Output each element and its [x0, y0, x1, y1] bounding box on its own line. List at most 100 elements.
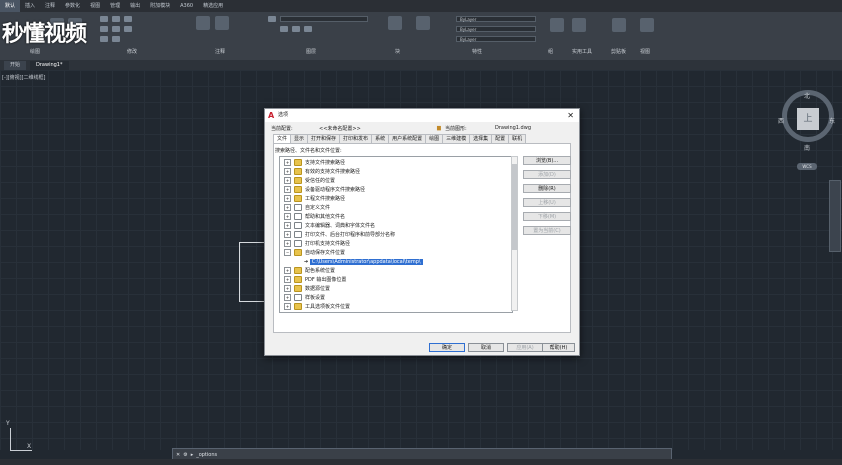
layer-dropdown[interactable] [280, 16, 368, 22]
options-tab-9[interactable]: 配置 [491, 134, 510, 143]
navigation-bar[interactable] [829, 180, 841, 252]
lineweight-dropdown[interactable]: ByLayer [456, 36, 536, 42]
group-icon[interactable] [550, 18, 564, 32]
compass-north[interactable]: 北 [804, 91, 810, 100]
layer-off-icon[interactable] [280, 26, 288, 32]
close-icon[interactable]: ✕ [176, 452, 180, 458]
doc-tab-drawing1[interactable]: Drawing1* [30, 61, 69, 70]
options-tab-1[interactable]: 显示 [290, 134, 309, 143]
tree-node[interactable]: + 帮助和其他文件名 [284, 213, 345, 222]
expand-icon[interactable]: + [284, 177, 291, 184]
side-button-3[interactable]: 上移(U) [523, 198, 571, 207]
tree-node[interactable]: − 自动保存文件位置 [284, 249, 345, 258]
options-tab-0[interactable]: 文件 [273, 134, 292, 143]
dialog-title-bar[interactable]: A 选项 ✕ [265, 109, 579, 122]
ribbon-tab-3[interactable]: 参数化 [60, 0, 85, 12]
ribbon-tab-0[interactable]: 默认 [0, 0, 21, 12]
layer-freeze-icon[interactable] [292, 26, 300, 32]
expand-icon[interactable]: + [284, 231, 291, 238]
text-tool-icon[interactable] [196, 16, 210, 30]
tree-node[interactable]: + 支持文件搜索路径 [284, 159, 345, 168]
dialog-close-icon[interactable]: ✕ [567, 109, 574, 122]
insert-block-icon[interactable] [388, 16, 402, 30]
side-button-2[interactable]: 删除(R) [523, 184, 571, 193]
options-tab-4[interactable]: 系统 [371, 134, 390, 143]
tree-node[interactable]: + 配色系统位置 [284, 267, 335, 276]
options-tab-6[interactable]: 绘图 [425, 134, 444, 143]
options-tab-10[interactable]: 联机 [508, 134, 527, 143]
mirror-icon[interactable] [112, 26, 120, 32]
viewcube[interactable]: 上 [797, 108, 819, 130]
tree-node[interactable]: + 设备驱动程序文件搜索路径 [284, 186, 365, 195]
tree-node[interactable]: + 有效的支持文件搜索路径 [284, 168, 360, 177]
compass-south[interactable]: 南 [804, 143, 810, 152]
match-properties-icon[interactable] [416, 16, 430, 30]
cancel-button[interactable]: 取消 [468, 343, 504, 352]
ribbon-tab-6[interactable]: 输出 [125, 0, 145, 12]
expand-icon[interactable]: + [284, 294, 291, 301]
rotate-icon[interactable] [112, 16, 120, 22]
measure-icon[interactable] [572, 18, 586, 32]
compass-west[interactable]: 西 [778, 116, 784, 125]
ribbon-tab-7[interactable]: 附加模块 [145, 0, 175, 12]
collapse-icon[interactable]: − [284, 249, 291, 256]
scale-icon[interactable] [112, 36, 120, 42]
expand-icon[interactable]: + [284, 159, 291, 166]
expand-icon[interactable]: + [284, 267, 291, 274]
ribbon-tab-2[interactable]: 注释 [40, 0, 60, 12]
expand-icon[interactable]: + [284, 285, 291, 292]
trim-icon[interactable] [124, 16, 132, 22]
paste-icon[interactable] [612, 18, 626, 32]
tree-node[interactable]: + 样板设置 [284, 294, 325, 303]
side-button-4[interactable]: 下移(M) [523, 212, 571, 221]
tree-node[interactable]: + 数据源位置 [284, 285, 330, 294]
ok-button[interactable]: 确定 [429, 343, 465, 352]
compass-east[interactable]: 东 [829, 116, 835, 125]
options-tab-2[interactable]: 打开和保存 [307, 134, 341, 143]
ribbon-tab-1[interactable]: 插入 [20, 0, 40, 12]
expand-icon[interactable]: + [284, 213, 291, 220]
tree-node[interactable]: + PDF 输出图像位置 [284, 276, 346, 285]
viewport-controls-label[interactable]: [-][俯视][二维线框] [2, 74, 46, 81]
tree-node[interactable]: + 打印文件、后台打印程序和前导部分名称 [284, 231, 395, 240]
tree-node[interactable]: + 打印机支持文件路径 [284, 240, 350, 249]
expand-icon[interactable]: + [284, 276, 291, 283]
ribbon-tab-9[interactable]: 精选应用 [198, 0, 228, 12]
options-tab-8[interactable]: 选择集 [469, 134, 493, 143]
expand-icon[interactable]: + [284, 204, 291, 211]
expand-icon[interactable]: + [284, 303, 291, 310]
side-button-1[interactable]: 添加(D) [523, 170, 571, 179]
apply-button[interactable]: 应用(A) [507, 343, 543, 352]
dimension-tool-icon[interactable] [215, 16, 229, 30]
side-button-5[interactable]: 置为当前(C) [523, 226, 571, 235]
copy-icon[interactable] [100, 26, 108, 32]
options-tab-3[interactable]: 打印和发布 [339, 134, 373, 143]
tree-node[interactable]: + 工程文件搜索路径 [284, 195, 345, 204]
fillet-icon[interactable] [124, 26, 132, 32]
layer-lock-icon[interactable] [304, 26, 312, 32]
expand-icon[interactable]: + [284, 240, 291, 247]
side-button-0[interactable]: 浏览(B)... [523, 156, 571, 165]
tree-node[interactable]: + 文本编辑器、词典和字体文件名 [284, 222, 375, 231]
expand-icon[interactable]: + [284, 195, 291, 202]
tree-node[interactable]: ➔ C:\Users\Administrator\appdata\local\t… [304, 258, 423, 267]
view-icon[interactable] [640, 18, 654, 32]
tree-scrollbar-thumb[interactable] [512, 164, 517, 250]
move-icon[interactable] [100, 16, 108, 22]
customize-icon[interactable]: ⚙ [183, 452, 187, 458]
ribbon-tab-4[interactable]: 视图 [85, 0, 105, 12]
tree-node[interactable]: + 自定义文件 [284, 204, 330, 213]
help-button[interactable]: 帮助(H) [542, 343, 575, 352]
layer-properties-icon[interactable] [268, 16, 276, 22]
options-tab-5[interactable]: 用户系统配置 [388, 134, 427, 143]
wcs-menu[interactable]: WCS [797, 163, 817, 170]
ribbon-tab-5[interactable]: 管理 [105, 0, 125, 12]
tree-node[interactable]: + 受信任的位置 [284, 177, 335, 186]
expand-icon[interactable]: + [284, 186, 291, 193]
expand-icon[interactable]: + [284, 222, 291, 229]
doc-tab-start[interactable]: 开始 [4, 61, 27, 70]
tree-node[interactable]: + 工具选项板文件位置 [284, 303, 350, 312]
command-text[interactable]: _options [196, 452, 217, 458]
expand-icon[interactable]: + [284, 168, 291, 175]
ribbon-tab-8[interactable]: A360 [175, 0, 198, 12]
